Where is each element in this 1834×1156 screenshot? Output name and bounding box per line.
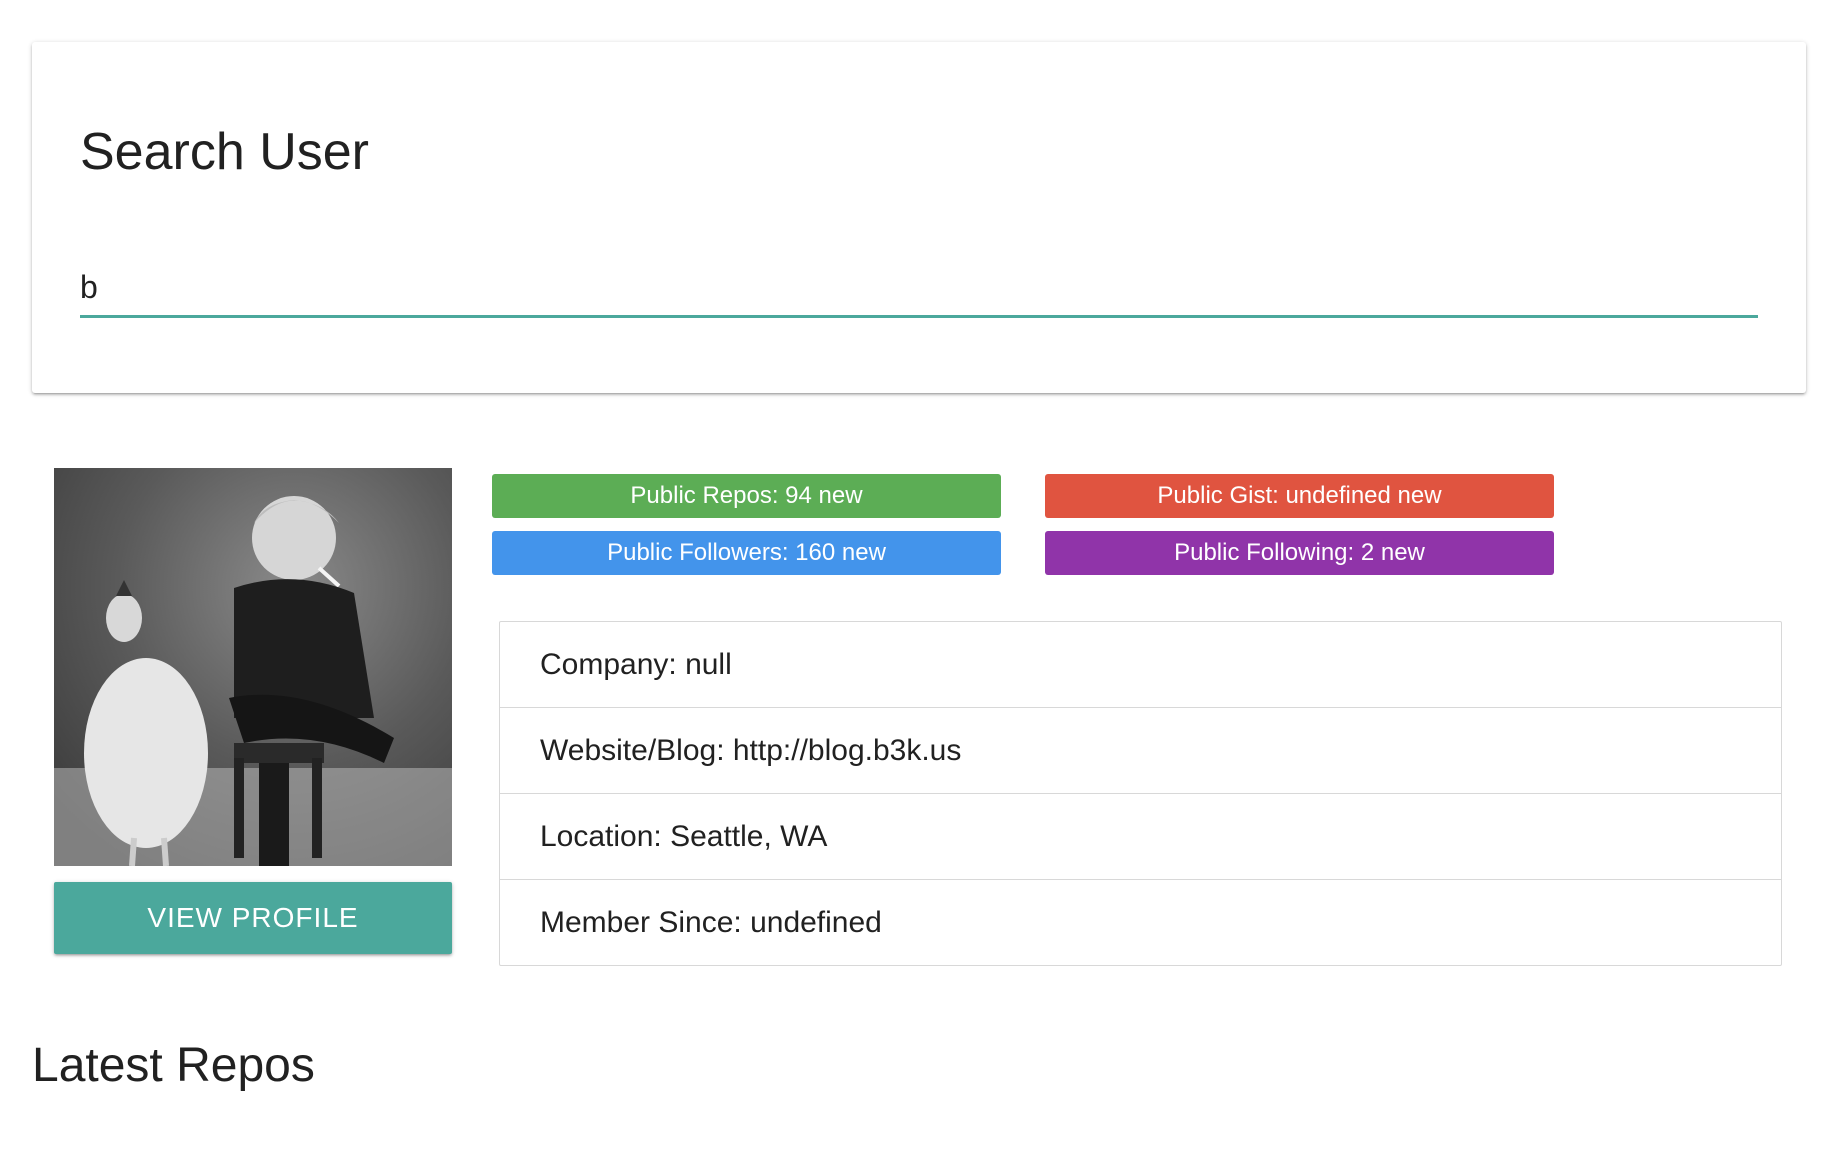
public-gists-badge: Public Gist: undefined new xyxy=(1045,474,1554,518)
user-info-list: Company: null Website/Blog: http://blog.… xyxy=(499,621,1782,966)
latest-repos-title: Latest Repos xyxy=(32,1039,315,1092)
member-since-item: Member Since: undefined xyxy=(540,905,882,939)
public-following-badge: Public Following: 2 new xyxy=(1045,531,1554,575)
search-input[interactable] xyxy=(80,260,1758,318)
avatar-image xyxy=(54,468,452,866)
search-title: Search User xyxy=(80,123,369,181)
website-item: Website/Blog: http://blog.b3k.us xyxy=(500,708,1781,794)
public-repos-badge: Public Repos: 94 new xyxy=(492,474,1001,518)
view-profile-button[interactable]: VIEW PROFILE xyxy=(54,882,452,954)
location-item: Location: Seattle, WA xyxy=(500,794,1781,880)
company-item: Company: null xyxy=(500,622,1781,708)
public-followers-badge: Public Followers: 160 new xyxy=(492,531,1001,575)
search-card: Search User xyxy=(32,42,1806,393)
avatar xyxy=(54,468,452,866)
